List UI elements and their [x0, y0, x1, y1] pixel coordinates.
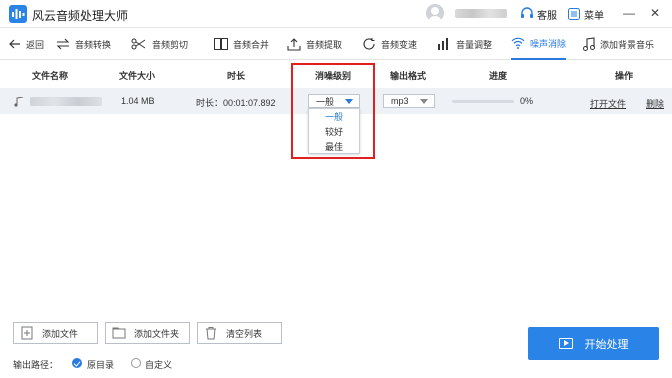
col-duration: 时长	[227, 71, 246, 81]
customer-service-label: 客服	[537, 10, 557, 22]
radio-original-dir[interactable]	[72, 358, 82, 368]
start-processing-button[interactable]: 开始处理	[528, 327, 659, 360]
play-icon	[558, 338, 573, 349]
tab-add-bgm[interactable]: 添加背景音乐	[583, 28, 654, 60]
tab-label: 音量调整	[456, 39, 493, 50]
refresh-icon	[363, 38, 375, 50]
output-format-value: mp3	[391, 96, 409, 106]
tab-audio-extract[interactable]: 音频提取	[287, 28, 342, 60]
add-folder-label: 添加文件夹	[134, 328, 180, 339]
start-processing-label: 开始处理	[584, 338, 629, 351]
col-filename: 文件名称	[32, 71, 69, 81]
user-avatar[interactable]	[426, 4, 444, 22]
clear-list-button[interactable]: 清空列表	[197, 322, 282, 344]
music-note-icon	[583, 37, 595, 51]
file-size: 1.04 MB	[121, 96, 155, 106]
radio-custom-dir[interactable]	[131, 358, 141, 368]
menu-button[interactable]: 菜单	[568, 5, 604, 23]
clear-list-label: 清空列表	[226, 328, 263, 339]
chevron-down-icon	[420, 99, 428, 104]
tab-label: 音频转换	[75, 39, 112, 50]
username-blurred[interactable]	[455, 9, 507, 18]
minimize-button[interactable]: —	[620, 4, 638, 22]
radio-custom-dir-label[interactable]: 自定义	[145, 358, 172, 371]
toolbar: 返回 音频转换 音频剪切 音频合并 音频提取 音频变速 音量调整 噪声消除 添加…	[0, 28, 672, 60]
tab-audio-cut[interactable]: 音频剪切	[131, 28, 188, 60]
headset-icon	[521, 7, 533, 18]
output-path-label: 输出路径：	[13, 360, 59, 370]
filename-blurred	[30, 97, 102, 106]
music-note-icon	[14, 97, 24, 107]
folder-icon	[112, 327, 126, 339]
wifi-waves-icon	[511, 37, 525, 49]
close-button[interactable]: ✕	[646, 4, 664, 22]
tab-label: 音频变速	[381, 39, 418, 50]
add-file-icon	[21, 326, 33, 340]
upload-icon	[287, 37, 301, 51]
menu-label: 菜单	[584, 10, 604, 22]
title-bar: 风云音频处理大师 客服 菜单 — ✕	[0, 0, 672, 28]
tab-audio-merge[interactable]: 音频合并	[214, 28, 269, 60]
col-filesize: 文件大小	[119, 71, 156, 81]
tab-label: 添加背景音乐	[600, 39, 655, 50]
app-logo-icon	[9, 5, 27, 23]
tab-label: 音频剪切	[152, 39, 189, 50]
merge-icon	[214, 38, 228, 50]
bar-chart-icon	[438, 38, 448, 50]
back-button[interactable]: 返回	[9, 28, 44, 60]
app-title: 风云音频处理大师	[32, 9, 129, 23]
back-arrow-icon	[9, 39, 20, 49]
menu-icon	[568, 8, 580, 20]
add-file-button[interactable]: 添加文件	[13, 322, 98, 344]
convert-icon	[56, 38, 70, 50]
radio-original-dir-label[interactable]: 原目录	[87, 358, 114, 371]
col-progress: 进度	[489, 71, 508, 81]
tab-volume-adjust[interactable]: 音量调整	[437, 28, 492, 60]
highlight-box	[291, 63, 375, 159]
customer-service-button[interactable]: 客服	[520, 5, 557, 23]
tab-audio-convert[interactable]: 音频转换	[56, 28, 111, 60]
tab-label: 音频合并	[233, 39, 270, 50]
back-label: 返回	[26, 39, 45, 50]
col-output-format: 输出格式	[390, 71, 427, 81]
open-file-link[interactable]: 打开文件	[590, 97, 626, 110]
add-folder-button[interactable]: 添加文件夹	[105, 322, 190, 344]
progress-bar	[452, 100, 514, 103]
delete-link[interactable]: 删除	[646, 97, 664, 110]
output-format-select[interactable]: mp3	[383, 94, 435, 108]
trash-icon	[206, 327, 216, 340]
tab-noise-removal[interactable]: 噪声消除	[511, 28, 567, 60]
col-actions: 操作	[615, 71, 634, 81]
tab-audio-speed[interactable]: 音频变速	[362, 28, 417, 60]
progress-text: 0%	[520, 96, 534, 106]
tab-label: 音频提取	[306, 39, 343, 50]
file-duration: 时长：00:01:07.892	[196, 98, 276, 108]
tab-label: 噪声消除	[530, 38, 567, 49]
add-file-label: 添加文件	[42, 328, 79, 339]
scissors-icon	[131, 38, 146, 50]
